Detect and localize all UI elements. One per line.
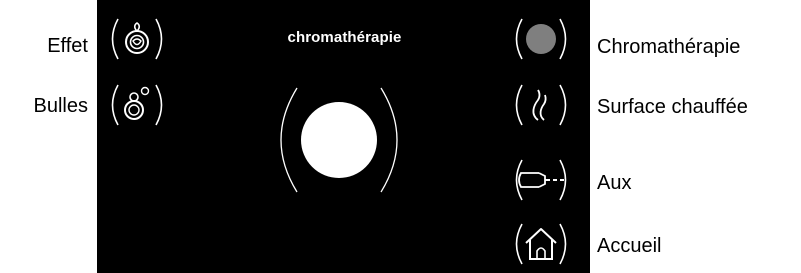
label-surface-chauffee: Surface chauffée bbox=[597, 96, 748, 118]
control-screen: chromathérapie bbox=[97, 0, 590, 273]
chromatherapie-button[interactable] bbox=[509, 17, 573, 61]
heat-flame-icon bbox=[532, 89, 547, 121]
color-circle-icon bbox=[280, 87, 398, 193]
label-effet: Effet bbox=[47, 35, 88, 57]
label-aux: Aux bbox=[597, 172, 632, 194]
effet-button[interactable] bbox=[105, 17, 169, 61]
main-color-button[interactable] bbox=[267, 86, 411, 194]
screen-title: chromathérapie bbox=[287, 29, 402, 46]
effect-drop-icon bbox=[125, 22, 149, 54]
bulles-button[interactable] bbox=[105, 83, 169, 127]
surface-chauffee-button[interactable] bbox=[509, 83, 573, 127]
bubbles-icon bbox=[124, 86, 150, 120]
accueil-button[interactable] bbox=[509, 222, 573, 266]
aux-plug-icon bbox=[518, 172, 564, 188]
label-accueil: Accueil bbox=[597, 235, 662, 257]
aux-button[interactable] bbox=[509, 158, 573, 202]
home-icon bbox=[525, 228, 557, 260]
label-bulles: Bulles bbox=[33, 95, 88, 117]
color-dot-icon bbox=[526, 24, 556, 54]
label-chromatherapie: Chromathérapie bbox=[597, 36, 741, 58]
